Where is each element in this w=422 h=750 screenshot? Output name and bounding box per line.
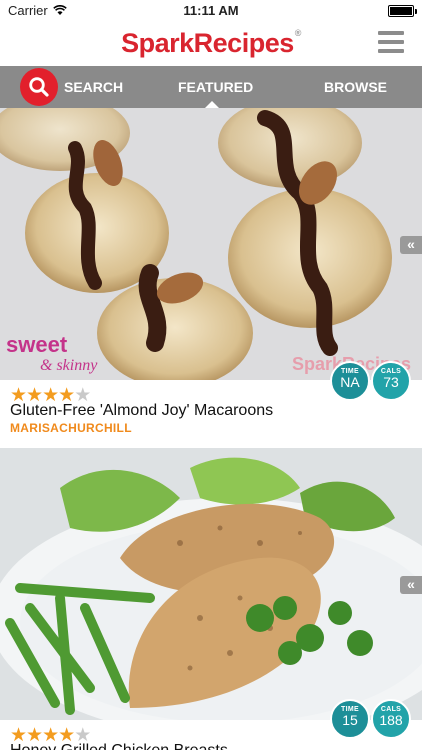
calories-badge: CALS 188 bbox=[371, 699, 411, 739]
tab-featured[interactable]: FEATURED bbox=[178, 79, 253, 95]
tab-browse[interactable]: BROWSE bbox=[324, 79, 387, 95]
menu-bar bbox=[378, 40, 404, 44]
macaroons-image: sweet & skinny SparkRecipes bbox=[0, 108, 422, 380]
time-badge: TIME NA bbox=[330, 361, 370, 401]
app-logo: SparkRecipes® bbox=[0, 28, 422, 59]
battery-icon bbox=[388, 5, 417, 17]
search-label: SEARCH bbox=[64, 79, 124, 95]
photo-overlay-left: sweet bbox=[6, 332, 68, 357]
menu-bar bbox=[378, 49, 404, 53]
recipe-photo[interactable]: sweet & skinny SparkRecipes bbox=[0, 108, 422, 380]
status-bar: Carrier 11:11 AM bbox=[0, 0, 422, 22]
recipe-card[interactable]: « ★★★★★ Honey Grilled Chicken Breasts TI… bbox=[0, 448, 422, 750]
time-value: 15 bbox=[342, 712, 358, 728]
chicken-image bbox=[0, 448, 422, 720]
menu-icon[interactable] bbox=[378, 31, 404, 53]
chevron-left-icon[interactable]: « bbox=[400, 576, 422, 594]
main-nav: SEARCH FEATURED BROWSE bbox=[0, 66, 422, 109]
search-icon bbox=[20, 68, 58, 106]
recipe-author[interactable]: MARISACHURCHILL bbox=[10, 421, 132, 435]
calories-value: 188 bbox=[379, 712, 403, 728]
chevron-left-icon[interactable]: « bbox=[400, 236, 422, 254]
time-badge: TIME 15 bbox=[330, 699, 370, 739]
menu-bar bbox=[378, 31, 404, 35]
logo-part1: Spark bbox=[121, 28, 194, 58]
calories-badge: CALS 73 bbox=[371, 361, 411, 401]
logo-registered-mark: ® bbox=[294, 28, 302, 38]
calories-value: 73 bbox=[383, 374, 399, 390]
recipe-title[interactable]: Honey Grilled Chicken Breasts bbox=[10, 742, 228, 750]
clock: 11:11 AM bbox=[183, 3, 239, 18]
recipe-title[interactable]: Gluten-Free 'Almond Joy' Macaroons bbox=[10, 402, 273, 420]
logo-part2: Recipes bbox=[193, 28, 295, 58]
app-header: SparkRecipes® bbox=[0, 22, 422, 66]
recipe-photo[interactable] bbox=[0, 448, 422, 720]
svg-text:& skinny: & skinny bbox=[40, 357, 98, 374]
recipe-card[interactable]: sweet & skinny SparkRecipes « ★★★★★ Glut… bbox=[0, 108, 422, 448]
time-value: NA bbox=[340, 374, 360, 390]
search-button[interactable]: SEARCH bbox=[20, 68, 123, 106]
